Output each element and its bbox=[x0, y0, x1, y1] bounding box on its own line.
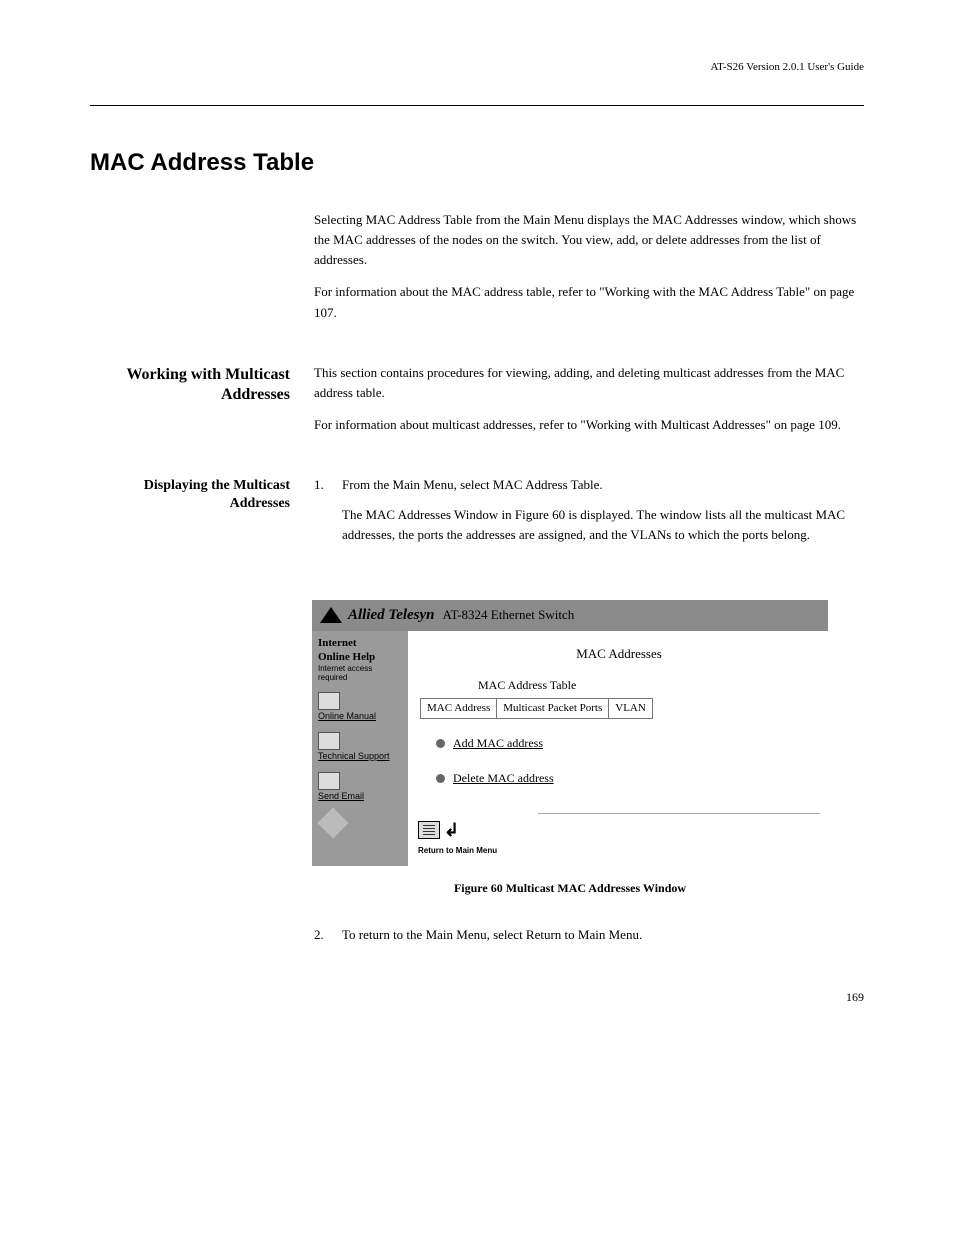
main-pane: MAC Addresses MAC Address Table MAC Addr… bbox=[408, 631, 828, 866]
sidebar-link-support[interactable]: Technical Support bbox=[318, 752, 402, 762]
mac-address-table: MAC Address Multicast Packet Ports VLAN bbox=[420, 698, 653, 719]
logo-icon bbox=[320, 607, 342, 623]
sidebar-note: Internet access required bbox=[318, 665, 402, 683]
intro-paragraph-2: For information about the MAC address ta… bbox=[314, 282, 864, 322]
sidebar-decoration-icon bbox=[317, 807, 348, 838]
section-title: MAC Address Table bbox=[90, 146, 864, 180]
header-rule bbox=[90, 105, 864, 106]
running-header: AT-S26 Version 2.0.1 User's Guide bbox=[90, 60, 864, 75]
app-header-bar: Allied Telesyn AT-8324 Ethernet Switch bbox=[312, 600, 828, 631]
step-1: 1. From the Main Menu, select MAC Addres… bbox=[314, 475, 864, 555]
return-label: Return to Main Menu bbox=[418, 845, 820, 856]
page-number: 169 bbox=[90, 989, 864, 1006]
subsection-label-display: Displaying the Multicast Addresses bbox=[90, 475, 290, 513]
col-mac-address: MAC Address bbox=[421, 698, 497, 718]
bullet-icon bbox=[436, 739, 445, 748]
sidebar-item-email[interactable]: Send Email bbox=[318, 772, 402, 802]
action-delete-mac[interactable]: Delete MAC address bbox=[436, 770, 820, 787]
sidebar-item-manual[interactable]: Online Manual bbox=[318, 692, 402, 722]
return-list-icon bbox=[418, 821, 440, 839]
model-text: AT-8324 Ethernet Switch bbox=[443, 606, 575, 624]
sidebar-title-1: Internet bbox=[318, 637, 402, 649]
sidebar-item-support[interactable]: Technical Support bbox=[318, 732, 402, 762]
multi-intro-2: For information about multicast addresse… bbox=[314, 415, 864, 435]
step-1-number: 1. bbox=[314, 475, 332, 555]
sidebar: Internet Online Help Internet access req… bbox=[312, 631, 408, 866]
delete-mac-link[interactable]: Delete MAC address bbox=[453, 770, 554, 787]
return-arrow-icon: ↲ bbox=[444, 818, 459, 843]
sidebar-title-2: Online Help bbox=[318, 651, 402, 663]
step-2-block: 2. To return to the Main Menu, select Re… bbox=[314, 925, 864, 961]
action-add-mac[interactable]: Add MAC address bbox=[436, 735, 820, 752]
step-2-text: To return to the Main Menu, select Retur… bbox=[342, 925, 864, 945]
pane-divider bbox=[538, 813, 820, 814]
figure-caption: Figure 60 Multicast MAC Addresses Window bbox=[312, 880, 828, 897]
brand-text: Allied Telesyn bbox=[348, 605, 435, 626]
main-page-title: MAC Addresses bbox=[418, 645, 820, 663]
sidebar-link-manual[interactable]: Online Manual bbox=[318, 712, 402, 722]
step-2: 2. To return to the Main Menu, select Re… bbox=[314, 925, 864, 945]
step-1-text: From the Main Menu, select MAC Address T… bbox=[342, 475, 864, 495]
support-icon bbox=[318, 732, 340, 750]
mac-table-title: MAC Address Table bbox=[478, 677, 820, 694]
add-mac-link[interactable]: Add MAC address bbox=[453, 735, 543, 752]
subsection-label-multicast: Working with Multicast Addresses bbox=[90, 363, 290, 407]
return-to-main-button[interactable]: ↲ bbox=[418, 818, 820, 843]
step-2-number: 2. bbox=[314, 925, 332, 945]
col-multicast-ports: Multicast Packet Ports bbox=[497, 698, 609, 718]
section-intro: Selecting MAC Address Table from the Mai… bbox=[314, 210, 864, 335]
intro-paragraph-1: Selecting MAC Address Table from the Mai… bbox=[314, 210, 864, 270]
step-1-followup: The MAC Addresses Window in Figure 60 is… bbox=[342, 505, 864, 545]
email-icon bbox=[318, 772, 340, 790]
sidebar-link-email[interactable]: Send Email bbox=[318, 792, 402, 802]
manual-icon bbox=[318, 692, 340, 710]
multi-intro-1: This section contains procedures for vie… bbox=[314, 363, 864, 403]
subsection-body-multicast: This section contains procedures for vie… bbox=[314, 363, 864, 447]
bullet-icon bbox=[436, 774, 445, 783]
screenshot-figure: Allied Telesyn AT-8324 Ethernet Switch I… bbox=[312, 600, 828, 866]
col-vlan: VLAN bbox=[609, 698, 653, 718]
subsection-body-display: 1. From the Main Menu, select MAC Addres… bbox=[314, 475, 864, 571]
